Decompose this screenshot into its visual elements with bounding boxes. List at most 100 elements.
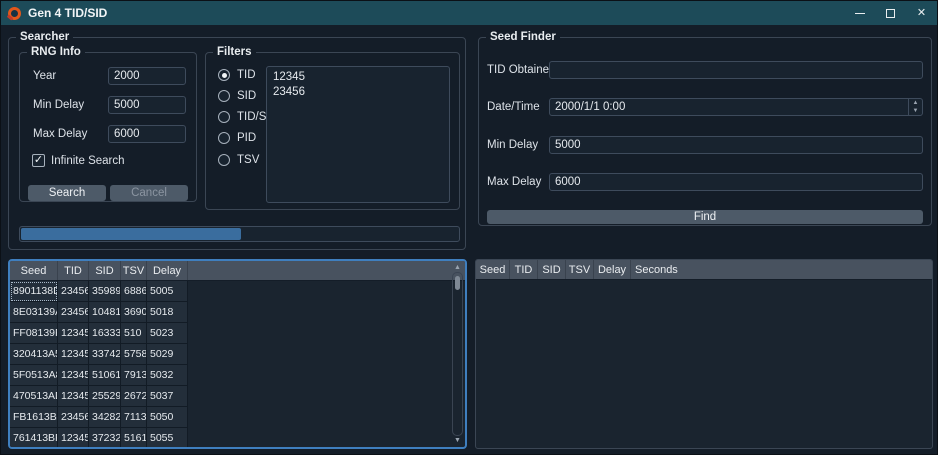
rng-info-group-title: RNG Info — [27, 45, 85, 59]
close-button[interactable]: ✕ — [906, 1, 937, 25]
radio-icon — [218, 111, 230, 123]
cell-tsv[interactable]: 6886 — [121, 281, 147, 302]
searcher-group: Searcher RNG Info Year Min Delay Max Del… — [8, 37, 466, 250]
infinite-search-label: Infinite Search — [51, 155, 125, 167]
finder-max-delay-input[interactable] — [549, 173, 923, 191]
header-delay[interactable]: Delay — [147, 261, 188, 280]
header-seed[interactable]: Seed — [476, 260, 510, 279]
finder-min-delay-label: Min Delay — [487, 137, 538, 154]
results-table-header: Seed TID SID TSV Delay — [10, 261, 465, 281]
seed-finder-group-title: Seed Finder — [486, 30, 560, 44]
filter-radio-tid[interactable]: TID — [218, 68, 256, 82]
cell-delay[interactable]: 5005 — [147, 281, 188, 302]
cell-sid[interactable]: 35989 — [89, 281, 121, 302]
cancel-button[interactable]: Cancel — [110, 185, 188, 201]
cell-tsv[interactable]: 5161 — [121, 428, 147, 449]
tid-obtained-label: TID Obtained — [487, 62, 555, 79]
filter-radio-sid[interactable]: SID — [218, 89, 256, 103]
spin-up-button[interactable]: ▲ — [909, 99, 922, 107]
cell-delay[interactable]: 5029 — [147, 344, 188, 365]
cell-tsv[interactable]: 3690 — [121, 302, 147, 323]
cell-delay[interactable]: 5055 — [147, 428, 188, 449]
date-time-input[interactable] — [549, 98, 923, 116]
close-icon: ✕ — [917, 8, 926, 19]
cell-delay[interactable]: 5032 — [147, 365, 188, 386]
header-delay[interactable]: Delay — [594, 260, 631, 279]
cell-seed[interactable]: 320413A5 — [10, 344, 58, 365]
cell-tid[interactable]: 23456 — [58, 302, 89, 323]
scrollbar-thumb[interactable] — [455, 276, 460, 290]
cell-tsv[interactable]: 5758 — [121, 344, 147, 365]
find-button[interactable]: Find — [487, 210, 923, 224]
search-button[interactable]: Search — [28, 185, 106, 201]
cell-sid[interactable]: 25529 — [89, 386, 121, 407]
cell-tid[interactable]: 12345 — [58, 428, 89, 449]
window-controls: ✕ — [844, 1, 937, 25]
cell-tsv[interactable]: 7913 — [121, 365, 147, 386]
searcher-group-title: Searcher — [16, 30, 73, 44]
scrollbar-track[interactable] — [452, 272, 463, 436]
cell-sid[interactable]: 51061 — [89, 365, 121, 386]
filter-radio-tsv[interactable]: TSV — [218, 153, 259, 167]
cell-tsv[interactable]: 2672 — [121, 386, 147, 407]
date-time-spinbox: ▲ ▼ — [549, 98, 923, 116]
cell-seed[interactable]: 8901138D — [10, 281, 58, 302]
cell-tid[interactable]: 23456 — [58, 407, 89, 428]
header-tsv[interactable]: TSV — [121, 261, 147, 280]
cell-sid[interactable]: 34282 — [89, 407, 121, 428]
header-seconds[interactable]: Seconds — [631, 260, 932, 279]
cell-tid[interactable]: 12345 — [58, 323, 89, 344]
header-tid[interactable]: TID — [510, 260, 538, 279]
cell-tid[interactable]: 12345 — [58, 386, 89, 407]
cell-sid[interactable]: 16333 — [89, 323, 121, 344]
cell-sid[interactable]: 33742 — [89, 344, 121, 365]
radio-icon — [218, 90, 230, 102]
filter-values-textarea[interactable]: 12345 23456 — [266, 66, 450, 203]
radio-icon — [218, 154, 230, 166]
check-icon: ✓ — [34, 155, 43, 166]
header-tsv[interactable]: TSV — [566, 260, 594, 279]
results-table-body: 8901138D 23456 35989 6886 5005 8E03139A … — [10, 281, 465, 449]
scroll-down-icon[interactable]: ▼ — [451, 435, 464, 446]
max-delay-input[interactable] — [108, 125, 186, 143]
cell-tsv[interactable]: 510 — [121, 323, 147, 344]
rng-info-group: RNG Info Year Min Delay Max Delay ✓ Infi… — [19, 52, 197, 202]
cell-seed[interactable]: 5F0513A8 — [10, 365, 58, 386]
year-label: Year — [33, 68, 56, 85]
cell-seed[interactable]: FB1613BA — [10, 407, 58, 428]
table-row: 761413BF 12345 37232 5161 5055 — [10, 428, 465, 449]
cell-seed[interactable]: 8E03139A — [10, 302, 58, 323]
cell-seed[interactable]: 761413BF — [10, 428, 58, 449]
cell-sid[interactable]: 10481 — [89, 302, 121, 323]
cell-seed[interactable]: 470513AD — [10, 386, 58, 407]
minimize-button[interactable] — [844, 1, 875, 25]
infinite-search-checkbox[interactable]: ✓ Infinite Search — [32, 154, 125, 167]
cell-tid[interactable]: 12345 — [58, 344, 89, 365]
cell-tid[interactable]: 12345 — [58, 365, 89, 386]
min-delay-input[interactable] — [108, 96, 186, 114]
cell-seed[interactable]: FF08139F — [10, 323, 58, 344]
cell-delay[interactable]: 5023 — [147, 323, 188, 344]
cell-sid[interactable]: 37232 — [89, 428, 121, 449]
spin-down-button[interactable]: ▼ — [909, 107, 922, 115]
results-table-scrollbar[interactable]: ▲ ▼ — [451, 262, 464, 446]
cell-delay[interactable]: 5018 — [147, 302, 188, 323]
header-seed[interactable]: Seed — [10, 261, 58, 280]
finder-min-delay-input[interactable] — [549, 136, 923, 154]
maximize-button[interactable] — [875, 1, 906, 25]
tid-obtained-input[interactable] — [549, 61, 923, 79]
filter-radio-pid[interactable]: PID — [218, 131, 256, 145]
header-tid[interactable]: TID — [58, 261, 89, 280]
cell-delay[interactable]: 5037 — [147, 386, 188, 407]
table-row: 5F0513A8 12345 51061 7913 5032 — [10, 365, 465, 386]
finder-max-delay-label: Max Delay — [487, 174, 541, 191]
radio-icon — [218, 132, 230, 144]
year-input[interactable] — [108, 67, 186, 85]
cell-delay[interactable]: 5050 — [147, 407, 188, 428]
header-sid[interactable]: SID — [538, 260, 566, 279]
cell-tid[interactable]: 23456 — [58, 281, 89, 302]
cell-tsv[interactable]: 7113 — [121, 407, 147, 428]
header-sid[interactable]: SID — [89, 261, 121, 280]
minimize-icon — [855, 13, 865, 14]
date-time-label: Date/Time — [487, 99, 540, 116]
